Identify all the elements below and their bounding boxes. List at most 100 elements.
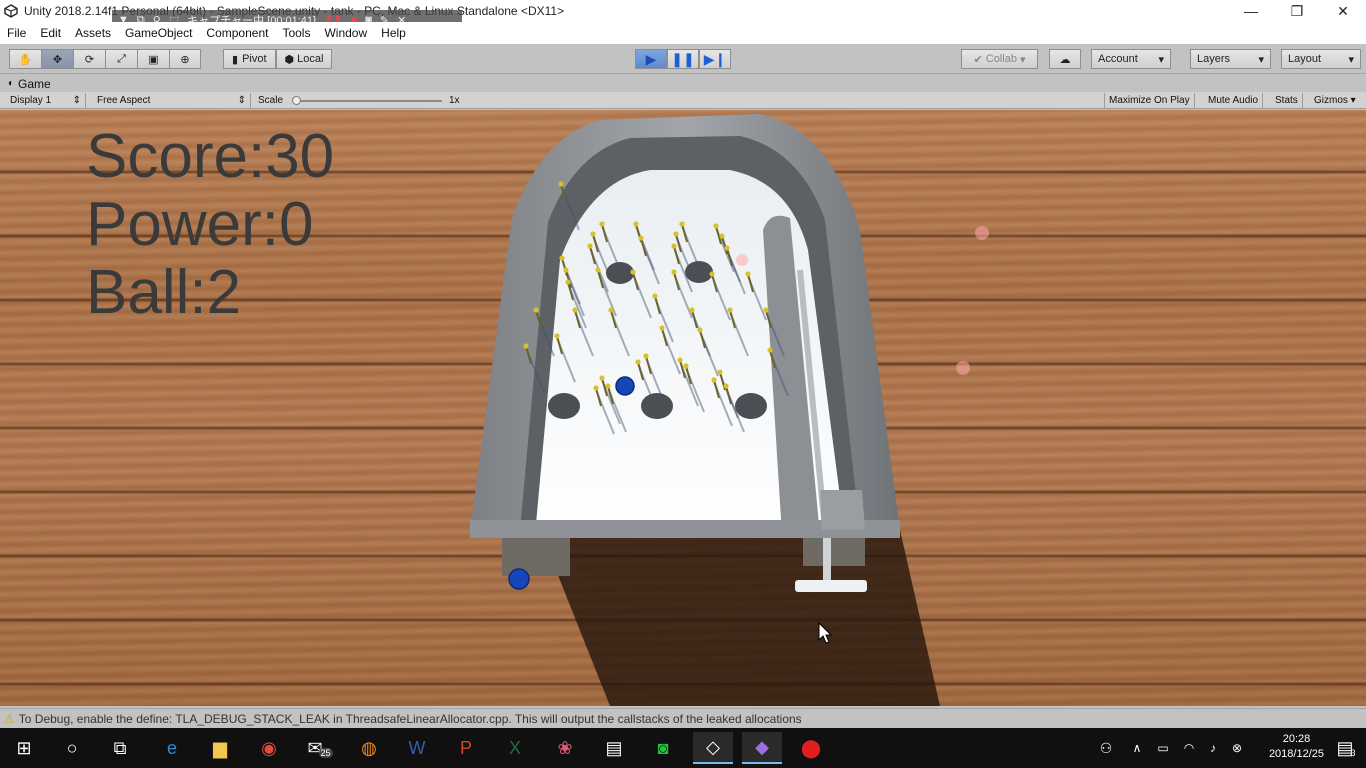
line-icon[interactable]: ◙ — [643, 732, 683, 764]
aspect-dropdown[interactable]: Free Aspect ⇕ — [93, 93, 251, 108]
plunger-handle[interactable] — [795, 580, 867, 592]
minimize-button[interactable]: — — [1228, 0, 1274, 22]
menu-window[interactable]: Window — [317, 26, 374, 40]
menu-gameobject[interactable]: GameObject — [118, 26, 199, 40]
scale-slider-thumb[interactable] — [292, 96, 301, 105]
people-icon[interactable]: ⚇ — [1086, 732, 1126, 764]
pin-head — [767, 347, 773, 353]
pivot-icon: ▮ — [232, 53, 239, 66]
scale-slider[interactable] — [292, 93, 442, 108]
battery-icon[interactable]: ▭ — [1150, 732, 1176, 764]
scale-label: Scale — [258, 95, 284, 106]
main-toolbar: ✋ ✥ ⟳ ⤢ ▣ ⊕ ▮ Pivot ⬢ Local ▶ ❚❚ ▶❙ ✔ Coll… — [0, 44, 1366, 74]
hole — [606, 262, 634, 284]
notification-icon[interactable]: ▤ 3 — [1326, 732, 1366, 764]
system-clock[interactable]: 20:28 2018/12/25 — [1269, 732, 1324, 762]
console-status-bar[interactable]: ⚠ To Debug, enable the define: TLA_DEBUG… — [0, 708, 1366, 728]
play-icon: ▶ — [645, 50, 657, 67]
unity-taskbar-icon[interactable]: ◇ — [693, 732, 733, 764]
pin-head — [563, 267, 569, 273]
plunger-rod — [823, 538, 831, 580]
game-view-bar: Display 1 ⇕ Free Aspect ⇕ Scale 1x Maximiz… — [0, 92, 1366, 109]
menu-help[interactable]: Help — [374, 26, 413, 40]
step-button[interactable]: ▶❙ — [699, 49, 731, 69]
file-explorer-icon[interactable]: ▆ — [200, 732, 240, 764]
pin-head — [679, 221, 685, 227]
particle-glow — [736, 254, 748, 266]
collab-label: Collab — [985, 53, 1017, 65]
cloud-button[interactable]: ☁ — [1049, 49, 1081, 69]
layout-dropdown[interactable]: Layout ▾ — [1281, 49, 1361, 69]
wifi-icon[interactable]: ◠ — [1176, 732, 1202, 764]
volume-icon[interactable]: ♪ — [1200, 732, 1226, 764]
search-icon[interactable]: ○ — [52, 732, 92, 764]
stats-toggle[interactable]: Stats — [1271, 93, 1303, 108]
film-icon[interactable]: ▤ — [594, 732, 634, 764]
mute-audio-toggle[interactable]: Mute Audio — [1204, 93, 1264, 108]
scale-tool-icon[interactable]: ⤢ — [105, 49, 137, 69]
pin-head — [572, 307, 578, 313]
close-button[interactable]: ✕ — [1320, 0, 1366, 22]
power-text: Power:0 — [86, 190, 314, 259]
pivot-button[interactable]: ▮ Pivot — [223, 49, 276, 69]
visual-studio-icon[interactable]: ◆ — [742, 732, 782, 764]
updown-icon: ⇕ — [237, 95, 246, 106]
clock-time: 20:28 — [1282, 733, 1311, 745]
pivot-label: Pivot — [242, 53, 267, 65]
powerpoint-icon[interactable]: P — [446, 732, 486, 764]
chevron-up-icon[interactable]: ∧ — [1122, 732, 1152, 764]
display-dropdown[interactable]: Display 1 ⇕ — [6, 93, 86, 108]
chevron-down-icon: ▾ — [1348, 53, 1354, 66]
game-viewport[interactable]: Score:30 Power:0 Ball:2 — [0, 110, 1366, 706]
pin-head — [689, 307, 695, 313]
menu-component[interactable]: Component — [199, 26, 275, 40]
gizmos-dropdown[interactable]: Gizmos ▾ — [1310, 93, 1360, 108]
clock-date: 2018/12/25 — [1268, 748, 1324, 760]
layers-dropdown[interactable]: Layers ▾ — [1190, 49, 1271, 69]
local-button[interactable]: ⬢ Local — [275, 49, 333, 69]
word-icon[interactable]: W — [397, 732, 437, 764]
maximize-on-play-toggle[interactable]: Maximize On Play — [1104, 93, 1195, 108]
menu-tools[interactable]: Tools — [275, 26, 317, 40]
score-text: Score:30 — [86, 122, 335, 191]
tab-game[interactable]: ◐ Game — [8, 77, 51, 91]
pin-head — [677, 357, 683, 363]
pin-head — [643, 353, 649, 359]
pause-button[interactable]: ❚❚ — [667, 49, 699, 69]
hand-tool-icon[interactable]: ✋ — [9, 49, 41, 69]
menu-assets[interactable]: Assets — [68, 26, 118, 40]
rotate-tool-icon[interactable]: ⟳ — [73, 49, 105, 69]
unity-logo-icon — [4, 4, 18, 18]
task-view-icon[interactable]: ⧉ — [100, 732, 140, 764]
cloud-icon: ☁ — [1059, 53, 1071, 66]
mail-icon[interactable]: ✉ 25 — [300, 732, 340, 764]
game-tab-bar: ◐ Game — [0, 75, 1366, 92]
maximize-button[interactable]: ❐ — [1274, 0, 1320, 22]
move-tool-icon[interactable]: ✥ — [41, 49, 73, 69]
app-icon[interactable]: ❀ — [545, 732, 585, 764]
pin-head — [638, 235, 644, 241]
pin-head — [554, 333, 560, 339]
windows-start-icon[interactable]: ⊞ — [4, 732, 44, 764]
account-dropdown[interactable]: Account ▾ — [1091, 49, 1171, 69]
chrome-icon[interactable]: ◉ — [249, 732, 289, 764]
edge-browser-icon[interactable]: e — [152, 732, 192, 764]
pin-head — [590, 231, 596, 237]
play-button[interactable]: ▶ — [635, 49, 667, 69]
cube-icon: ⬢ — [284, 53, 295, 66]
transform-tool-icon[interactable]: ⊕ — [169, 49, 201, 69]
pin-head — [697, 327, 703, 333]
blender-icon[interactable]: ◍ — [349, 732, 389, 764]
excel-icon[interactable]: X — [495, 732, 535, 764]
collab-button[interactable]: ✔ Collab ▾ — [961, 49, 1038, 69]
hole — [735, 393, 767, 419]
pin-head — [587, 243, 593, 249]
menu-edit[interactable]: Edit — [33, 26, 68, 40]
hole — [641, 393, 673, 419]
recorder-icon[interactable]: ⬤ — [791, 732, 831, 764]
ime-off-icon[interactable]: ⊗ — [1224, 732, 1250, 764]
pin-head — [599, 375, 605, 381]
rect-tool-icon[interactable]: ▣ — [137, 49, 169, 69]
menu-file[interactable]: File — [0, 26, 33, 40]
pin-head — [727, 307, 733, 313]
